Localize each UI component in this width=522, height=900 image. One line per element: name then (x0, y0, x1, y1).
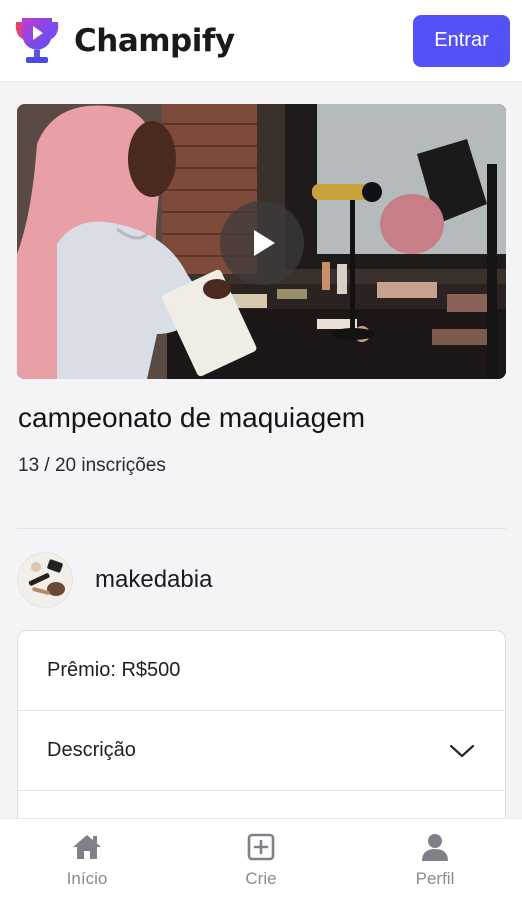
nav-item-home[interactable]: Início (27, 831, 147, 889)
chevron-down-icon (449, 744, 475, 757)
login-button[interactable]: Entrar (413, 14, 510, 67)
creator-name: makedabia (95, 566, 213, 593)
brand[interactable]: Champify (10, 14, 235, 68)
brand-name: Champify (74, 22, 235, 59)
subscription-count: 13 / 20 inscrições (18, 455, 166, 476)
nav-label-create: Crie (245, 869, 277, 888)
contest-title: campeonato de maquiagem (18, 402, 366, 433)
creator-profile[interactable]: makedabia (17, 552, 212, 608)
nav-item-create[interactable]: Crie (201, 831, 321, 889)
contest-details-card: Prêmio: R$500 Descrição (17, 630, 506, 830)
app-header: Champify Entrar (0, 0, 522, 82)
makeup-brushes-avatar (18, 553, 72, 607)
home-icon (73, 835, 101, 859)
nav-label-home: Início (66, 869, 108, 888)
description-toggle[interactable]: Descrição (18, 711, 505, 791)
contest-video[interactable] (17, 104, 506, 379)
prize-label: Prêmio: R$500 (47, 659, 181, 681)
avatar (17, 552, 73, 608)
play-icon (254, 230, 275, 256)
plus-square-icon (247, 833, 275, 861)
section-divider (17, 528, 506, 529)
description-label: Descrição (47, 739, 136, 761)
trophy-play-icon (15, 17, 59, 63)
bottom-nav: Início Crie Perfil (0, 818, 522, 900)
nav-item-profile[interactable]: Perfil (375, 831, 495, 889)
prize-row: Prêmio: R$500 (18, 631, 505, 711)
nav-label-profile: Perfil (415, 869, 455, 888)
user-icon (422, 834, 448, 861)
play-button[interactable] (220, 201, 304, 285)
